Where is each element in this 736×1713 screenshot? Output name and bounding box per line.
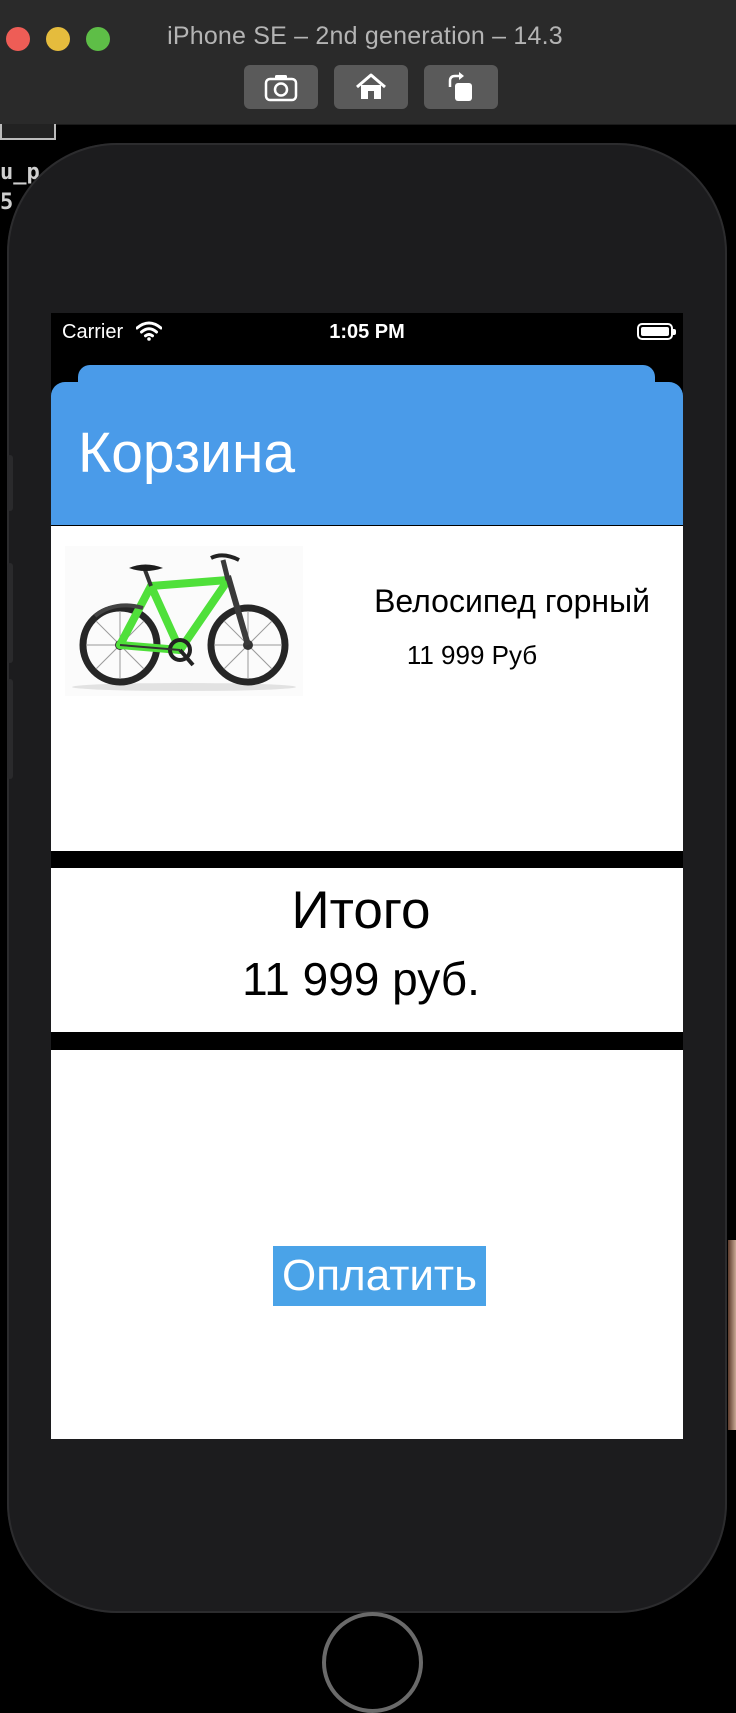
device-home-button[interactable] <box>322 1612 423 1713</box>
volume-down-button <box>7 679 13 779</box>
zoom-window-button[interactable] <box>86 27 110 51</box>
background-photo-fragment <box>728 1240 736 1430</box>
home-toolbar-button[interactable] <box>334 65 408 109</box>
volume-up-button <box>7 563 13 663</box>
home-icon <box>356 73 386 99</box>
camera-icon <box>264 75 298 102</box>
background-text-fragment: 5 <box>0 190 14 215</box>
minimize-window-button[interactable] <box>46 27 70 51</box>
product-price: 11 999 Руб <box>406 640 538 670</box>
pay-button[interactable]: Оплатить <box>273 1246 486 1306</box>
product-name: Велосипед горный <box>374 583 650 619</box>
device-screen: Carrier 1:05 PM Корзина Велосипед горный… <box>51 313 683 1439</box>
rotate-button[interactable] <box>424 65 498 109</box>
total-label: Итого <box>291 881 431 940</box>
background-window-fragment <box>0 124 56 140</box>
total-value: 11 999 руб. <box>242 953 480 1005</box>
window-title: iPhone SE – 2nd generation – 14.3 <box>167 22 563 50</box>
battery-icon <box>637 323 676 340</box>
rotate-icon <box>448 72 472 101</box>
mute-switch <box>7 455 13 511</box>
status-bar: Carrier 1:05 PM <box>51 313 683 353</box>
total-section: Итого 11 999 руб. <box>51 868 683 1032</box>
simulator-titlebar: iPhone SE – 2nd generation – 14.3 <box>0 0 736 125</box>
close-window-button[interactable] <box>6 27 30 51</box>
page-title: Корзина <box>78 421 296 485</box>
navigation-header: Корзина <box>51 382 683 525</box>
payment-section: Оплатить <box>51 1050 683 1439</box>
cart-sheet: Корзина Велосипед горный 11 999 Руб Итог… <box>51 382 683 1439</box>
screenshot-button[interactable] <box>244 65 318 109</box>
status-time: 1:05 PM <box>329 321 405 343</box>
cart-item[interactable]: Велосипед горный 11 999 Руб <box>51 526 683 851</box>
bicycle-image <box>65 546 303 696</box>
